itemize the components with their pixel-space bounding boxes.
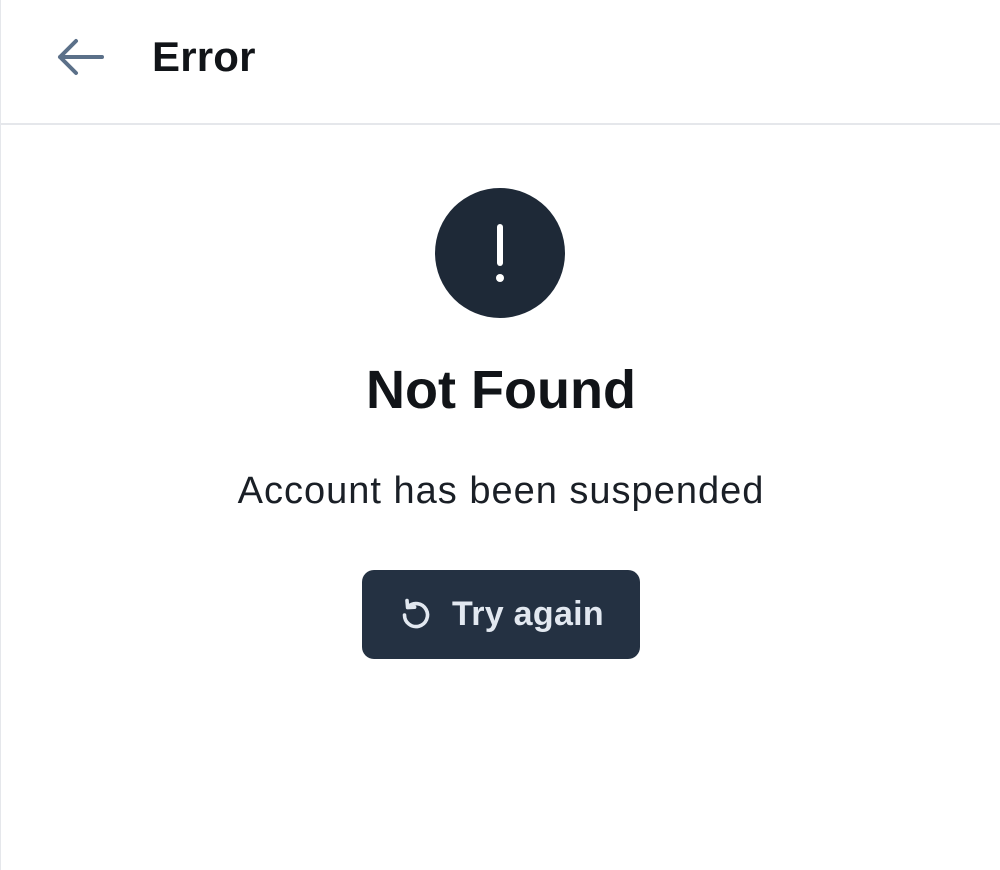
- try-again-button[interactable]: Try again: [362, 570, 640, 659]
- back-button[interactable]: [47, 28, 113, 86]
- header-bar: Error: [1, 0, 1000, 125]
- arrow-left-icon: [58, 39, 104, 75]
- page-title: Error: [152, 33, 256, 80]
- error-message: Account has been suspended: [237, 470, 765, 512]
- error-content: Not Found Account has been suspended Try…: [1, 127, 1000, 870]
- try-again-label: Try again: [452, 595, 604, 633]
- refresh-icon: [398, 597, 434, 633]
- error-page: Error Not Found Account has been suspend…: [0, 0, 1000, 870]
- alert-circle: [435, 188, 565, 318]
- exclamation-icon: [496, 224, 504, 282]
- error-title: Not Found: [366, 360, 636, 420]
